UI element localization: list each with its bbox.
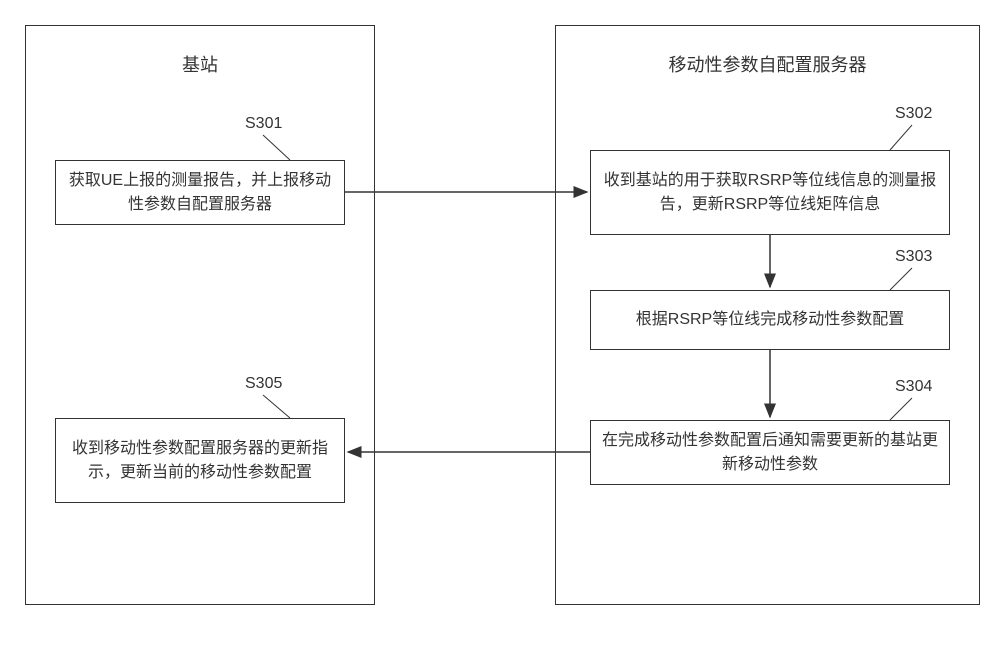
step-s301-text: 获取UE上报的测量报告，并上报移动性参数自配置服务器 bbox=[66, 169, 334, 217]
right-swimlane-title: 移动性参数自配置服务器 bbox=[556, 51, 979, 77]
step-s305-text: 收到移动性参数配置服务器的更新指示，更新当前的移动性参数配置 bbox=[66, 437, 334, 485]
step-s304-box: 在完成移动性参数配置后通知需要更新的基站更新移动性参数 bbox=[590, 420, 950, 485]
step-s302-text: 收到基站的用于获取RSRP等位线信息的测量报告，更新RSRP等位线矩阵信息 bbox=[601, 169, 939, 217]
step-s301-box: 获取UE上报的测量报告，并上报移动性参数自配置服务器 bbox=[55, 160, 345, 225]
left-swimlane: 基站 bbox=[25, 25, 375, 605]
step-s302-box: 收到基站的用于获取RSRP等位线信息的测量报告，更新RSRP等位线矩阵信息 bbox=[590, 150, 950, 235]
left-swimlane-title: 基站 bbox=[26, 51, 374, 77]
step-s303-text: 根据RSRP等位线完成移动性参数配置 bbox=[636, 308, 904, 332]
flowchart-diagram: 基站 移动性参数自配置服务器 获取UE上报的测量报告，并上报移动性参数自配置服务… bbox=[0, 0, 1000, 645]
step-s303-box: 根据RSRP等位线完成移动性参数配置 bbox=[590, 290, 950, 350]
step-s304-text: 在完成移动性参数配置后通知需要更新的基站更新移动性参数 bbox=[601, 429, 939, 477]
step-s304-label: S304 bbox=[895, 378, 932, 396]
step-s301-label: S301 bbox=[245, 115, 282, 133]
step-s305-box: 收到移动性参数配置服务器的更新指示，更新当前的移动性参数配置 bbox=[55, 418, 345, 503]
step-s305-label: S305 bbox=[245, 375, 282, 393]
step-s303-label: S303 bbox=[895, 248, 932, 266]
step-s302-label: S302 bbox=[895, 105, 932, 123]
